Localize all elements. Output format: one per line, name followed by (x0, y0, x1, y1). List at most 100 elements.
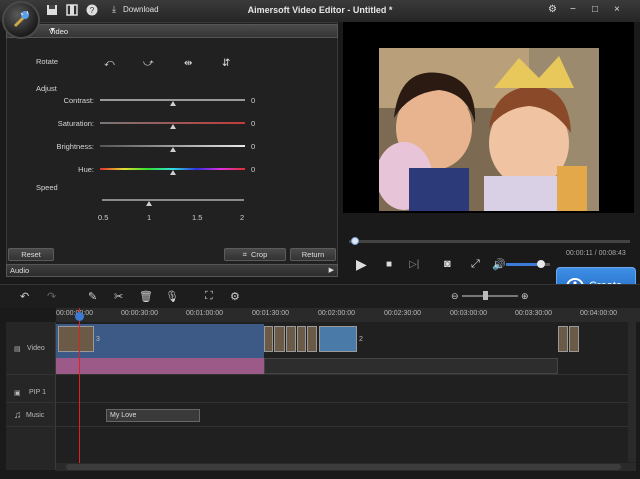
close-button[interactable]: × (614, 4, 620, 15)
ruler-tick: 00:01:00:00 (186, 310, 223, 317)
edit-icon[interactable]: ✎ (88, 290, 97, 303)
scrollbar-thumb[interactable] (66, 464, 621, 470)
scrubber-handle[interactable] (351, 237, 359, 245)
minimize-button[interactable]: − (570, 4, 576, 15)
chevron-right-icon: ▶ (328, 267, 334, 274)
window-title: Aimersoft Video Editor - Untitled * (247, 5, 393, 15)
playhead-handle[interactable] (75, 312, 84, 321)
audio-section-title: Audio (10, 266, 30, 275)
music-track-icon: ♫ (14, 410, 22, 421)
video-clip-thumbnail[interactable] (558, 326, 568, 352)
speed-slider[interactable] (102, 199, 244, 201)
microphone-icon[interactable]: 🎙 (165, 290, 179, 303)
crop-tool-icon[interactable]: ⛶ (205, 290, 213, 303)
video-clip-thumbnail[interactable] (569, 326, 579, 352)
play-button[interactable]: ▶ (356, 256, 367, 273)
speed-tick: 0.5 (98, 213, 109, 222)
contrast-label: Contrast: (63, 96, 94, 105)
next-frame-button[interactable]: ▷| (409, 259, 419, 270)
maximize-button[interactable]: □ (592, 4, 598, 15)
preview-frame (379, 48, 599, 211)
hue-value: 0 (251, 165, 256, 174)
video-track-icon: ▤ (14, 346, 21, 353)
playback-scrubber[interactable] (349, 240, 630, 243)
audio-track-strip[interactable] (264, 358, 558, 374)
video-clip-thumbnail[interactable] (307, 326, 317, 352)
video-clip-thumbnail[interactable] (58, 326, 94, 352)
split-icon[interactable]: ✂ (114, 290, 123, 303)
video-clip-thumbnail[interactable] (319, 326, 357, 352)
fullscreen-icon[interactable]: ⤢ (471, 258, 480, 271)
audio-section-header[interactable]: Audio ▶ (6, 264, 338, 277)
return-button[interactable]: Return (290, 248, 336, 261)
hue-slider-thumb[interactable] (170, 170, 176, 175)
video-clip-thumbnail[interactable] (264, 326, 273, 352)
pip-track-icon: ▣ (14, 390, 21, 397)
contrast-slider-thumb[interactable] (170, 101, 176, 106)
ruler-tick: 00:03:30:00 (515, 310, 552, 317)
video-clip-thumbnail[interactable] (286, 326, 296, 352)
video-section-header[interactable]: Video ▼ (6, 24, 338, 38)
track-divider (6, 374, 636, 375)
video-clip-thumbnail[interactable] (297, 326, 306, 352)
speed-tick: 1.5 (192, 213, 203, 222)
adjust-label: Adjust (36, 84, 57, 93)
rotate-label: Rotate (36, 57, 59, 66)
redo-icon[interactable]: ↷ (47, 290, 56, 303)
reset-button[interactable]: Reset (8, 248, 54, 261)
crop-button[interactable]: ⌗ Crop (224, 248, 286, 261)
ruler-tick: 00:04:00:00 (580, 310, 617, 317)
brightness-value: 0 (251, 142, 256, 151)
settings-icon[interactable]: ⚙ (548, 4, 557, 15)
volume-icon[interactable]: 🔊 (492, 258, 506, 271)
music-clip-label: My Love (110, 412, 137, 419)
clip-count: 2 (359, 336, 363, 343)
time-display: 00:00:11 / 00:08:43 (566, 250, 626, 257)
music-clip[interactable]: My Love (106, 409, 200, 422)
music-track-label: Music (26, 412, 45, 419)
brightness-label: Brightness: (56, 142, 94, 151)
track-divider (6, 426, 636, 427)
speed-tick: 1 (147, 213, 152, 222)
flip-vertical-icon[interactable]: ⇵ (222, 58, 236, 70)
undo-icon[interactable]: ↶ (20, 290, 29, 303)
brightness-slider-thumb[interactable] (170, 147, 176, 152)
chevron-down-icon: ▼ (49, 27, 56, 34)
volume-slider-thumb[interactable] (537, 260, 545, 268)
ruler-tick: 00:02:30:00 (384, 310, 421, 317)
hue-label: Hue: (78, 165, 94, 174)
speed-slider-thumb[interactable] (146, 201, 152, 206)
crop-button-label: Crop (250, 250, 268, 259)
snapshot-icon[interactable]: ◙ (444, 258, 451, 270)
saturation-value: 0 (251, 119, 256, 128)
crop-icon: ⌗ (242, 250, 247, 259)
settings-tool-icon[interactable]: ⚙ (230, 290, 240, 303)
timeline-playhead[interactable] (79, 308, 80, 464)
ruler-tick: 00:02:00:00 (318, 310, 355, 317)
video-track-label: Video (27, 345, 45, 352)
saturation-label: Saturation: (57, 119, 94, 128)
app-logo[interactable] (2, 1, 40, 39)
vertical-scrollbar[interactable] (628, 322, 636, 462)
clip-count: 3 (96, 336, 100, 343)
delete-icon[interactable]: 🗑 (139, 290, 153, 303)
saturation-slider-thumb[interactable] (170, 124, 176, 129)
video-clip-thumbnail[interactable] (274, 326, 285, 352)
stop-button[interactable]: ■ (386, 259, 392, 270)
audio-waveform-clip[interactable] (56, 358, 264, 374)
zoom-out-icon[interactable]: ⊖ (451, 291, 459, 302)
flip-horizontal-icon[interactable]: ⇹ (184, 58, 198, 70)
track-divider (6, 402, 636, 403)
ruler-tick: 00:01:30:00 (252, 310, 289, 317)
zoom-in-icon[interactable]: ⊕ (521, 291, 529, 302)
speed-tick: 2 (240, 213, 245, 222)
rotate-left-icon[interactable]: ⤺ (104, 58, 118, 70)
ruler-tick: 00:00:30:00 (121, 310, 158, 317)
ruler-tick: 00:03:00:00 (450, 310, 487, 317)
zoom-slider-thumb[interactable] (483, 291, 488, 300)
pip-track-label: PIP 1 (29, 389, 46, 396)
horizontal-scrollbar[interactable] (56, 463, 636, 471)
contrast-value: 0 (251, 96, 256, 105)
zoom-slider[interactable] (462, 295, 518, 297)
rotate-right-icon[interactable]: ⤻ (143, 58, 157, 70)
